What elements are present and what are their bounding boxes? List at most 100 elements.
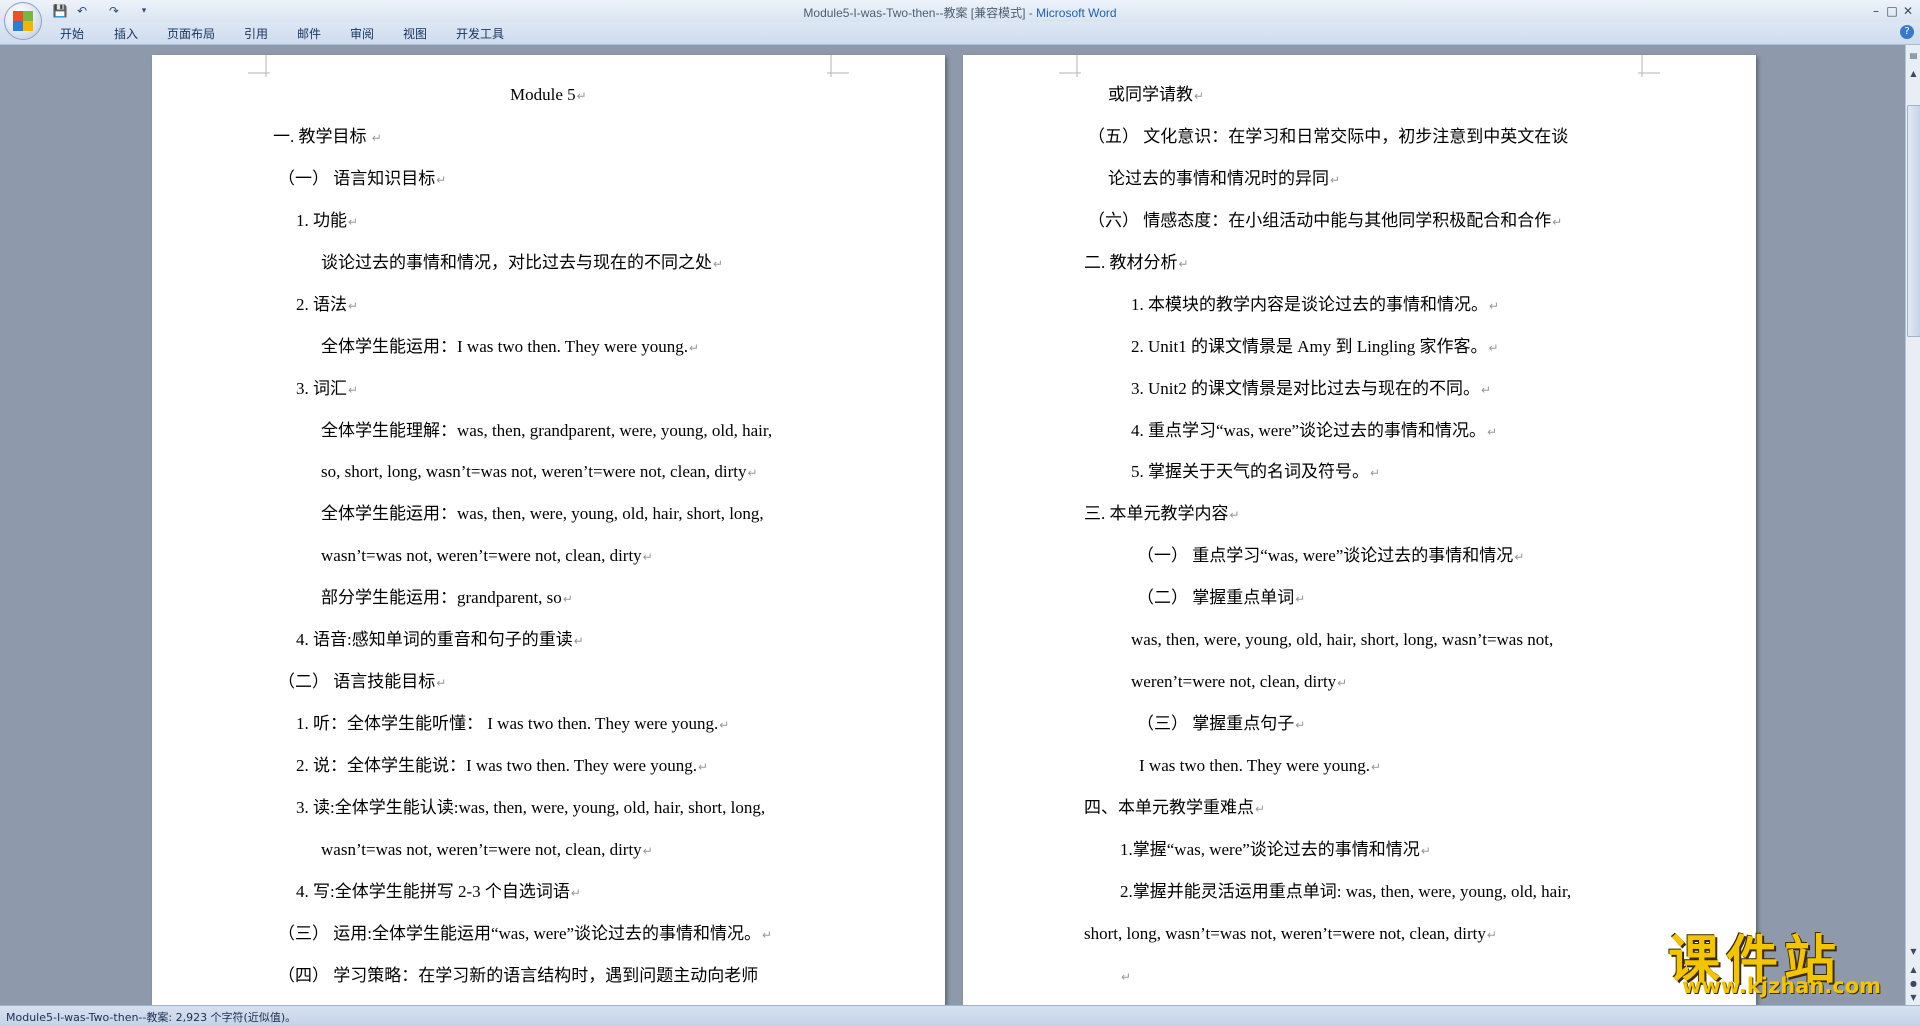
subsection-heading: （一） 重点学习“was, were”谈论过去的事情和情况↵ bbox=[1137, 546, 1525, 565]
list-item: 1. 听：全体学生能听懂： I was two then. They were … bbox=[296, 714, 730, 733]
paragraph-mark-icon: ↵ bbox=[1295, 718, 1306, 732]
subsection-heading: （三） 掌握重点句子↵ bbox=[1137, 714, 1306, 733]
title-bar: 💾 ↶ ↷ ▾ Module5-I-was-Two-then--教案 [兼容模式… bbox=[0, 0, 1920, 22]
tab-developer[interactable]: 开发工具 bbox=[456, 25, 504, 42]
document-workspace[interactable]: Module 5↵ 一. 教学目标 ↵ （一） 语言知识目标↵ 1. 功能↵ 谈… bbox=[0, 45, 1905, 1005]
heading-module: Module 5↵ bbox=[510, 85, 587, 104]
paragraph-mark-icon: ↵ bbox=[642, 844, 653, 858]
body-text: was, then, were, young, old, hair, short… bbox=[1131, 630, 1554, 649]
subsection-heading: （四） 学习策略：在学习新的语言结构时，遇到问题主动向老师 bbox=[278, 966, 759, 985]
paragraph-mark-icon: ↵ bbox=[1229, 508, 1240, 522]
paragraph-mark-icon: ↵ bbox=[1371, 760, 1382, 774]
paragraph-mark-icon: ↵ bbox=[1487, 425, 1498, 439]
list-item: 5. 掌握关于天气的名词及符号。↵ bbox=[1131, 462, 1381, 481]
list-item: 1. 本模块的教学内容是谈论过去的事情和情况。↵ bbox=[1131, 295, 1500, 314]
list-item: 2. Unit1 的课文情景是 Amy 到 Lingling 家作客。↵ bbox=[1131, 337, 1499, 356]
body-text: so, short, long, wasn’t=was not, weren’t… bbox=[321, 462, 758, 481]
subsection-heading: （一） 语言知识目标↵ bbox=[278, 169, 447, 188]
paragraph-mark-icon: ↵ bbox=[562, 592, 573, 606]
list-item: 1. 功能↵ bbox=[296, 211, 359, 230]
body-text: 论过去的事情和情况时的异同↵ bbox=[1108, 169, 1341, 188]
subsection-heading: （二） 掌握重点单词↵ bbox=[1137, 588, 1306, 607]
next-page-icon[interactable]: ▼ bbox=[1907, 991, 1920, 1004]
window-title: Module5-I-was-Two-then--教案 [兼容模式] - Micr… bbox=[0, 4, 1920, 21]
paragraph-mark-icon: ↵ bbox=[1295, 592, 1306, 606]
tab-mailings[interactable]: 邮件 bbox=[297, 25, 321, 42]
list-item: 2.掌握并能灵活运用重点单词: was, then, were, young, … bbox=[1120, 882, 1572, 901]
paragraph-mark-icon: ↵ bbox=[371, 131, 382, 145]
paragraph-mark-icon: ↵ bbox=[698, 760, 709, 774]
watermark-url: www.kjzhan.com bbox=[1682, 974, 1882, 998]
body-text: weren’t=were not, clean, dirty↵ bbox=[1131, 672, 1348, 691]
tab-review[interactable]: 审阅 bbox=[350, 25, 374, 42]
tab-home[interactable]: 开始 bbox=[60, 25, 84, 42]
office-logo-icon bbox=[13, 11, 33, 31]
body-text: wasn’t=was not, weren’t=were not, clean,… bbox=[321, 840, 653, 859]
list-item: 2. 语法↵ bbox=[296, 295, 359, 314]
paragraph-mark-icon: ↵ bbox=[1194, 89, 1205, 103]
body-text: 谈论过去的事情和情况，对比过去与现在的不同之处↵ bbox=[321, 253, 724, 272]
subsection-heading: （六） 情感态度：在小组活动中能与其他同学积极配合和合作↵ bbox=[1088, 211, 1563, 230]
watermark-logo: 课件站 www.kjzhan.com bbox=[1668, 918, 1906, 998]
list-item: 3. 读:全体学生能认读:was, then, were, young, old… bbox=[296, 798, 766, 817]
paragraph-mark-icon: ↵ bbox=[762, 928, 773, 942]
list-item: 3. Unit2 的课文情景是对比过去与现在的不同。↵ bbox=[1131, 379, 1492, 398]
paragraph-mark-icon: ↵ bbox=[573, 634, 584, 648]
vertical-scrollbar[interactable]: ▤ ▲ ▼ ▲ ● ▼ bbox=[1905, 45, 1920, 1005]
page-1[interactable]: Module 5↵ 一. 教学目标 ↵ （一） 语言知识目标↵ 1. 功能↵ 谈… bbox=[152, 55, 945, 1005]
paragraph-mark-icon: ↵ bbox=[747, 466, 758, 480]
paragraph-mark-icon: ↵ bbox=[1489, 299, 1500, 313]
crop-mark-top-right bbox=[827, 55, 849, 77]
paragraph-mark-icon: ↵ bbox=[1255, 802, 1266, 816]
ribbon-tabs: 开始 插入 页面布局 引用 邮件 审阅 视图 开发工具 ? bbox=[0, 22, 1920, 45]
section-heading: 三. 本单元教学内容↵ bbox=[1084, 504, 1240, 523]
paragraph-mark-icon: ↵ bbox=[1552, 215, 1563, 229]
help-icon[interactable]: ? bbox=[1900, 25, 1914, 39]
paragraph-mark-icon: ↵ bbox=[719, 718, 730, 732]
paragraph-mark-icon: ↵ bbox=[348, 215, 359, 229]
paragraph-mark-icon: ↵ bbox=[1337, 676, 1348, 690]
crop-mark-top-left bbox=[1059, 55, 1081, 77]
empty-paragraph: ↵ bbox=[1120, 965, 1131, 988]
scroll-thumb[interactable] bbox=[1907, 105, 1920, 337]
paragraph-mark-icon: ↵ bbox=[713, 257, 724, 271]
body-text: wasn’t=was not, weren’t=were not, clean,… bbox=[321, 546, 653, 565]
section-heading: 一. 教学目标 ↵ bbox=[273, 127, 382, 146]
tab-page-layout[interactable]: 页面布局 bbox=[167, 25, 215, 42]
tab-references[interactable]: 引用 bbox=[244, 25, 268, 42]
paragraph-mark-icon: ↵ bbox=[1480, 383, 1492, 397]
browse-object-icon[interactable]: ● bbox=[1907, 977, 1920, 990]
list-item: 4. 写:全体学生能拼写 2-3 个自选词语↵ bbox=[296, 882, 581, 901]
crop-mark-top-left bbox=[248, 55, 270, 77]
body-text: 部分学生能运用：grandparent, so↵ bbox=[321, 588, 573, 607]
section-heading: 二. 教材分析↵ bbox=[1084, 253, 1189, 272]
paragraph-mark-icon: ↵ bbox=[1486, 928, 1497, 942]
paragraph-mark-icon: ↵ bbox=[1488, 341, 1499, 355]
section-heading: 四、本单元教学重难点↵ bbox=[1084, 798, 1266, 817]
tab-insert[interactable]: 插入 bbox=[114, 25, 138, 42]
subsection-heading: （二） 语言技能目标↵ bbox=[278, 672, 447, 691]
paragraph-mark-icon: ↵ bbox=[1420, 844, 1431, 858]
tab-view[interactable]: 视图 bbox=[403, 25, 427, 42]
page-2[interactable]: 或同学请教↵ （五） 文化意识：在学习和日常交际中，初步注意到中英文在谈 论过去… bbox=[963, 55, 1756, 1005]
paragraph-mark-icon: ↵ bbox=[1514, 550, 1525, 564]
paragraph-mark-icon: ↵ bbox=[1178, 257, 1189, 271]
ruler-toggle-icon[interactable]: ▤ bbox=[1907, 49, 1920, 62]
paragraph-mark-icon: ↵ bbox=[1330, 173, 1341, 187]
paragraph-mark-icon: ↵ bbox=[436, 173, 447, 187]
close-icon[interactable]: ✕ bbox=[1896, 2, 1920, 20]
previous-page-icon[interactable]: ▲ bbox=[1907, 963, 1920, 976]
paragraph-mark-icon: ↵ bbox=[348, 383, 359, 397]
office-button[interactable] bbox=[4, 2, 42, 40]
paragraph-mark-icon: ↵ bbox=[348, 299, 359, 313]
paragraph-mark-icon: ↵ bbox=[642, 550, 653, 564]
document-name: Module5-I-was-Two-then--教案 [兼容模式] - bbox=[803, 6, 1037, 20]
app-name: Microsoft Word bbox=[1036, 6, 1117, 20]
crop-mark-top-right bbox=[1638, 55, 1660, 77]
scroll-up-icon[interactable]: ▲ bbox=[1907, 67, 1920, 80]
subsection-heading: （三） 运用:全体学生能运用“was, were”谈论过去的事情和情况。↵ bbox=[278, 924, 773, 943]
paragraph-mark-icon: ↵ bbox=[1370, 466, 1381, 480]
body-text: short, long, wasn’t=was not, weren’t=wer… bbox=[1084, 924, 1497, 943]
paragraph-mark-icon: ↵ bbox=[436, 676, 447, 690]
scroll-down-icon[interactable]: ▼ bbox=[1907, 945, 1920, 958]
